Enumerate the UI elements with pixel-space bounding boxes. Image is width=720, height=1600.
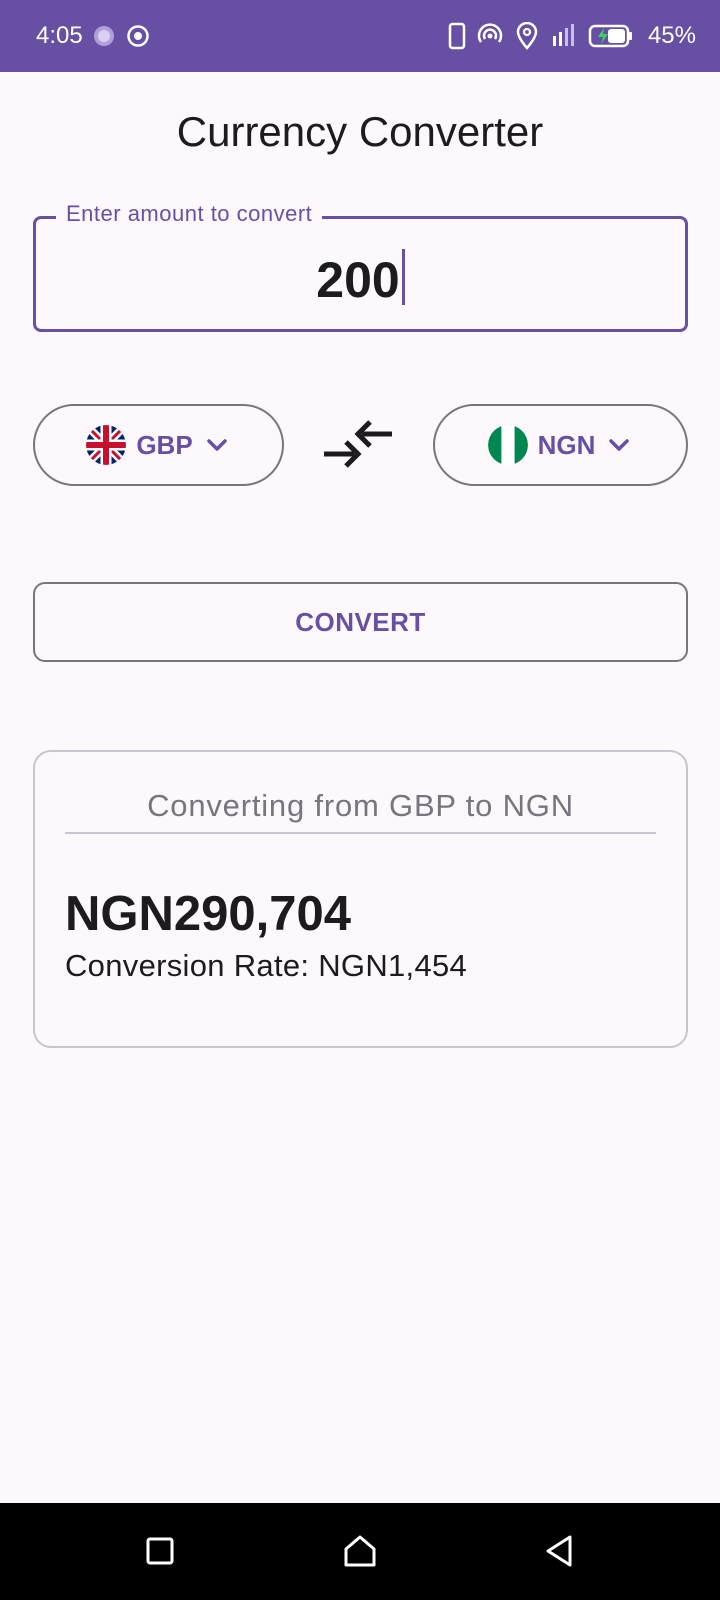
back-icon[interactable] bbox=[540, 1531, 580, 1571]
nigeria-flag-icon bbox=[487, 425, 528, 465]
phone-icon bbox=[448, 22, 466, 50]
result-card: Converting from GBP to NGN NGN290,704 Co… bbox=[33, 750, 688, 1048]
home-icon[interactable] bbox=[340, 1531, 380, 1571]
uk-flag-icon bbox=[86, 425, 127, 465]
amount-input-label: Enter amount to convert bbox=[56, 201, 323, 227]
from-currency-selector[interactable]: GBP bbox=[33, 404, 284, 486]
page-title: Currency Converter bbox=[176, 108, 544, 155]
amount-input-value: 200 bbox=[316, 252, 400, 308]
divider bbox=[65, 832, 656, 834]
signal-icon bbox=[552, 24, 574, 46]
swap-currencies-button[interactable] bbox=[320, 420, 400, 476]
to-currency-selector[interactable]: NGN bbox=[433, 404, 688, 486]
hotspot-icon bbox=[477, 23, 503, 43]
conversion-rate: Conversion Rate: NGN1,454 bbox=[65, 948, 468, 983]
convert-button[interactable]: CONVERT bbox=[33, 582, 688, 662]
amount-input[interactable]: Enter amount to convert 200 bbox=[33, 201, 688, 332]
target-icon bbox=[127, 25, 149, 47]
swap-arrows-icon bbox=[324, 420, 392, 468]
to-currency-code: NGN bbox=[537, 429, 596, 460]
battery-icon bbox=[588, 24, 632, 48]
converting-heading: Converting from GBP to NGN bbox=[147, 788, 574, 823]
status-bar: 4:05 45% bbox=[0, 0, 720, 72]
sync-icon bbox=[94, 26, 114, 46]
battery-percent: 45% bbox=[647, 22, 696, 49]
chevron-down-icon bbox=[609, 439, 630, 451]
converted-amount: NGN290,704 bbox=[65, 887, 352, 941]
chevron-down-icon bbox=[206, 439, 227, 451]
recents-icon[interactable] bbox=[140, 1531, 180, 1571]
location-icon bbox=[516, 22, 538, 50]
from-currency-code: GBP bbox=[136, 429, 193, 460]
navigation-bar bbox=[0, 1503, 720, 1600]
text-caret bbox=[401, 249, 405, 305]
status-time: 4:05 bbox=[36, 22, 83, 49]
